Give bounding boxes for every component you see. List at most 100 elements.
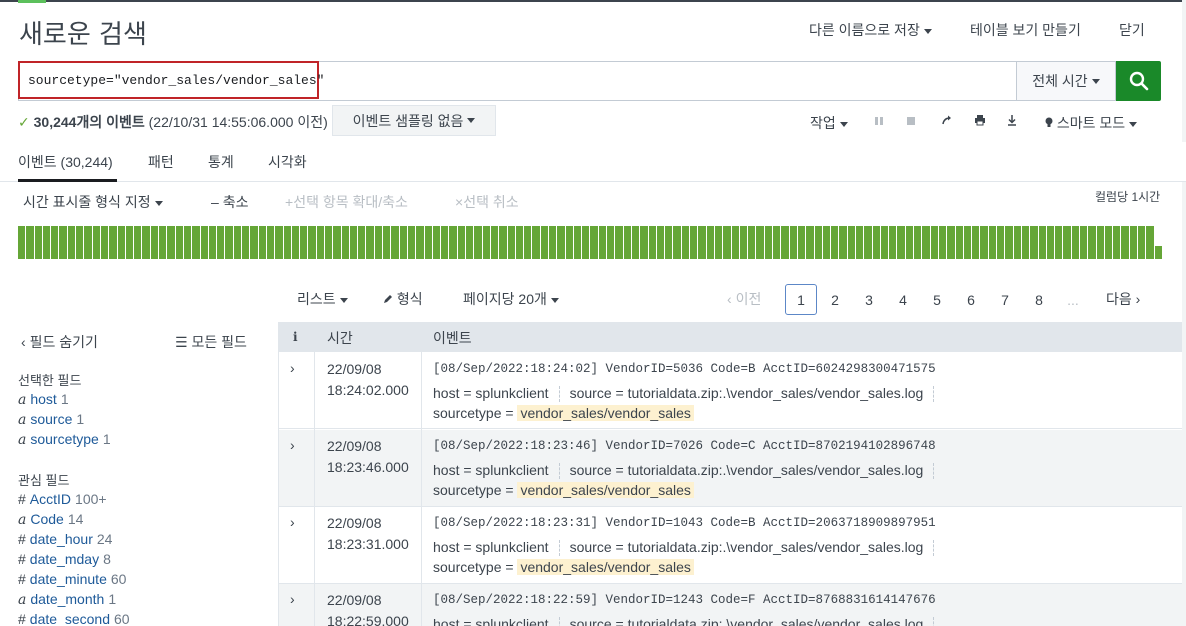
histogram-bar[interactable] bbox=[1088, 226, 1096, 259]
histogram-bar[interactable] bbox=[383, 226, 391, 259]
histogram-bar[interactable] bbox=[358, 226, 366, 259]
export-icon[interactable] bbox=[1006, 113, 1018, 129]
histogram-bar[interactable] bbox=[1046, 226, 1055, 259]
histogram-bar[interactable] bbox=[623, 226, 631, 259]
histogram-bar[interactable] bbox=[988, 226, 997, 259]
histogram-bar[interactable] bbox=[1121, 226, 1129, 259]
sampling-dropdown[interactable]: 이벤트 샘플링 없음 bbox=[332, 105, 496, 136]
histogram-bar[interactable] bbox=[250, 226, 258, 259]
histogram-bar[interactable] bbox=[930, 226, 938, 259]
histogram-bar[interactable] bbox=[773, 226, 781, 259]
field-code[interactable]: a Code 14 bbox=[18, 511, 83, 528]
histogram-bar[interactable] bbox=[117, 226, 125, 259]
histogram-bar[interactable] bbox=[225, 226, 233, 259]
histogram-bar[interactable] bbox=[1063, 226, 1071, 259]
histogram-bar[interactable] bbox=[42, 226, 51, 259]
histogram-bar[interactable] bbox=[922, 226, 930, 259]
histogram-bar[interactable] bbox=[125, 226, 134, 259]
host-value[interactable]: splunkclient bbox=[475, 616, 548, 626]
search-input[interactable]: sourcetype="vendor_sales/vendor_sales" bbox=[18, 61, 324, 99]
field-host[interactable]: a host 1 bbox=[18, 391, 69, 408]
histogram-bar[interactable] bbox=[391, 226, 399, 259]
histogram-bar[interactable] bbox=[134, 226, 142, 259]
histogram-bar[interactable] bbox=[607, 226, 615, 259]
histogram-bar[interactable] bbox=[1013, 226, 1021, 259]
histogram-bar[interactable] bbox=[1096, 226, 1104, 259]
histogram-bar[interactable] bbox=[963, 226, 972, 259]
histogram-bar[interactable] bbox=[1038, 226, 1046, 259]
histogram-bar[interactable] bbox=[399, 226, 407, 259]
timeline-format-menu[interactable]: 시간 표시줄 형식 지정 bbox=[23, 192, 163, 212]
histogram-bar[interactable] bbox=[532, 226, 540, 259]
close-button[interactable]: 닫기 bbox=[1119, 20, 1145, 40]
page-4[interactable]: 4 bbox=[887, 284, 919, 315]
histogram-bar[interactable] bbox=[1021, 226, 1030, 259]
source-value[interactable]: tutorialdata.zip:.\vendor_sales/vendor_s… bbox=[628, 462, 924, 478]
print-icon[interactable] bbox=[974, 113, 986, 129]
histogram-bar[interactable] bbox=[947, 226, 955, 259]
histogram-bar[interactable] bbox=[1071, 226, 1079, 259]
histogram-bar[interactable] bbox=[374, 226, 383, 259]
histogram-bar[interactable] bbox=[640, 226, 648, 259]
histogram-bar[interactable] bbox=[814, 226, 822, 259]
source-value[interactable]: tutorialdata.zip:.\vendor_sales/vendor_s… bbox=[628, 385, 924, 401]
histogram-bar[interactable] bbox=[26, 226, 34, 259]
histogram-bar[interactable] bbox=[300, 226, 308, 259]
histogram-bar[interactable] bbox=[880, 226, 889, 259]
pause-icon[interactable] bbox=[874, 113, 884, 129]
histogram-bar[interactable] bbox=[797, 226, 806, 259]
histogram-bar[interactable] bbox=[490, 226, 499, 259]
histogram-bar[interactable] bbox=[739, 226, 748, 259]
field-source[interactable]: a source 1 bbox=[18, 411, 84, 428]
histogram-bar[interactable] bbox=[1030, 226, 1038, 259]
histogram-bar[interactable] bbox=[938, 226, 947, 259]
page-8[interactable]: 8 bbox=[1023, 284, 1055, 315]
histogram-bar[interactable] bbox=[432, 226, 441, 259]
histogram-bar[interactable] bbox=[59, 226, 67, 259]
histogram-bar[interactable] bbox=[92, 226, 100, 259]
histogram-bar[interactable] bbox=[914, 226, 922, 259]
histogram-bar[interactable] bbox=[789, 226, 797, 259]
histogram-bar[interactable] bbox=[449, 226, 457, 259]
create-table-view-button[interactable]: 테이블 보기 만들기 bbox=[970, 20, 1081, 40]
histogram-bar[interactable] bbox=[540, 226, 548, 259]
histogram-bar[interactable] bbox=[283, 226, 291, 259]
histogram-bar[interactable] bbox=[457, 226, 466, 259]
histogram-bar[interactable] bbox=[756, 226, 764, 259]
prev-page-button[interactable]: ‹ 이전 bbox=[727, 289, 761, 309]
histogram-bar[interactable] bbox=[565, 226, 573, 259]
histogram-bar[interactable] bbox=[748, 226, 756, 259]
histogram-bar[interactable] bbox=[980, 226, 988, 259]
histogram-bar[interactable] bbox=[208, 226, 217, 259]
histogram-bar[interactable] bbox=[681, 226, 690, 259]
histogram-bar[interactable] bbox=[598, 226, 607, 259]
histogram-bar[interactable] bbox=[955, 226, 963, 259]
zoom-selection-button[interactable]: +선택 항목 확대/축소 bbox=[285, 192, 408, 212]
field-sourcetype[interactable]: a sourcetype 1 bbox=[18, 431, 111, 448]
histogram-bar[interactable] bbox=[1154, 245, 1162, 259]
histogram-bar[interactable] bbox=[109, 226, 117, 259]
histogram-bar[interactable] bbox=[582, 226, 590, 259]
histogram-bar[interactable] bbox=[18, 226, 26, 259]
histogram-bar[interactable] bbox=[714, 226, 723, 259]
histogram-bar[interactable] bbox=[872, 226, 880, 259]
job-menu[interactable]: 작업 bbox=[810, 113, 848, 133]
histogram-bar[interactable] bbox=[855, 226, 864, 259]
zoom-out-button[interactable]: – 축소 bbox=[211, 192, 248, 212]
histogram-bar[interactable] bbox=[972, 226, 980, 259]
histogram-bar[interactable] bbox=[474, 226, 482, 259]
search-mode-menu[interactable]: 스마트 모드 bbox=[1045, 113, 1138, 133]
histogram-bar[interactable] bbox=[175, 226, 183, 259]
histogram-bar[interactable] bbox=[1138, 226, 1146, 259]
histogram-bar[interactable] bbox=[242, 226, 250, 259]
page-2[interactable]: 2 bbox=[819, 284, 851, 315]
histogram-bar[interactable] bbox=[905, 226, 914, 259]
host-value[interactable]: splunkclient bbox=[475, 462, 548, 478]
histogram-bar[interactable] bbox=[499, 226, 507, 259]
histogram-bar[interactable] bbox=[524, 226, 532, 259]
histogram-bar[interactable] bbox=[333, 226, 341, 259]
tab-statistics[interactable]: 통계 bbox=[208, 152, 234, 172]
histogram-bar[interactable] bbox=[1146, 226, 1154, 259]
histogram-bar[interactable] bbox=[217, 226, 225, 259]
histogram-bar[interactable] bbox=[590, 226, 598, 259]
